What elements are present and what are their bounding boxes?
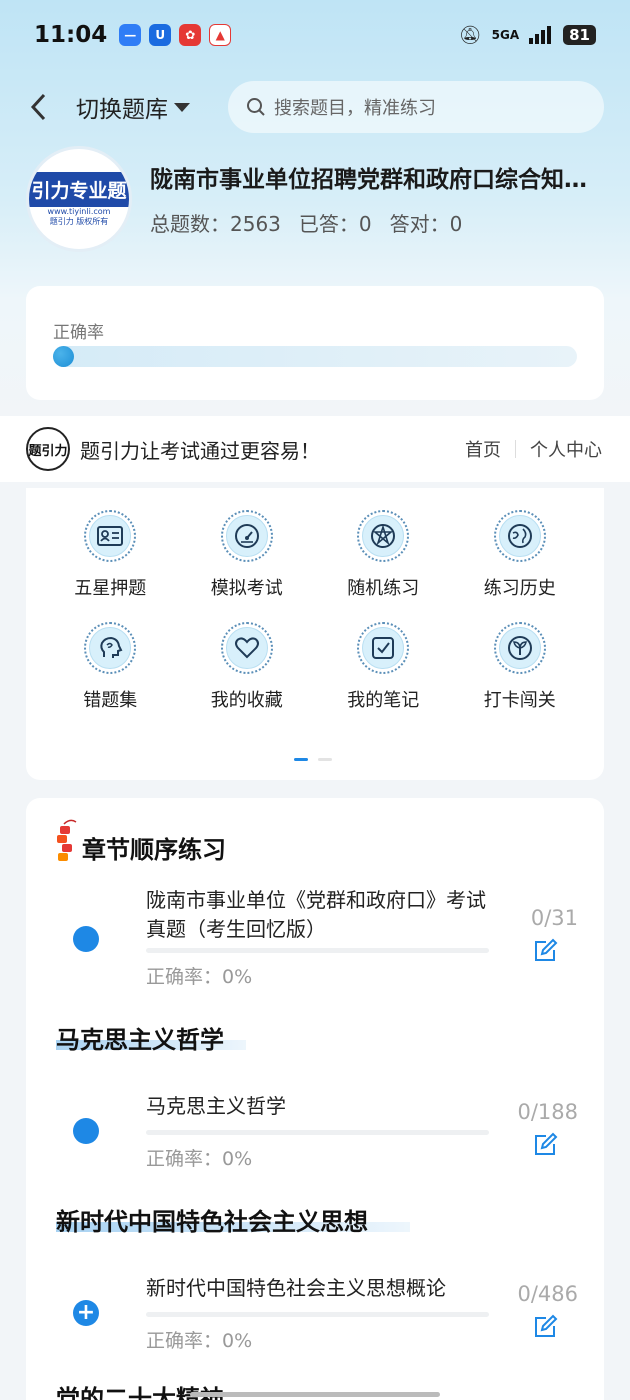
feature-random-practice[interactable]: 随机练习 [315, 510, 452, 600]
triangle-app-icon: ▲ [209, 24, 232, 46]
caret-down-icon [174, 102, 190, 112]
answered-count: 0 [358, 212, 372, 236]
feature-mock-exam[interactable]: 模拟考试 [179, 510, 316, 600]
feature-grid: 五星押题 模拟考试 随机练习 练习历史 错题集 我的收藏 我的笔记 打卡闯关 [42, 510, 588, 712]
banner-slogan: 题引力让考试通过更容易！ [80, 438, 320, 463]
section-heading: 马克思主义哲学 [56, 1026, 224, 1054]
feature-favorites[interactable]: 我的收藏 [179, 622, 316, 712]
feature-label: 错题集 [83, 690, 138, 711]
globe-icon [507, 524, 532, 548]
chapter-item-progress [146, 1130, 489, 1135]
note-check-icon [372, 637, 395, 659]
bank-logo: 引力专业题 www.tiyinli.com 题引力 版权所有 [26, 146, 132, 252]
sprout-icon [507, 636, 532, 660]
total-label: 总题数： [150, 212, 230, 236]
feature-label: 五星押题 [74, 578, 147, 599]
id-card-icon [97, 526, 124, 546]
heart-icon [234, 637, 259, 659]
chapter-item-progress [146, 1312, 489, 1317]
expand-plus-icon[interactable]: + [73, 1300, 99, 1326]
switch-bank-button[interactable]: 切换题库 [76, 90, 190, 124]
search-input[interactable]: 搜索题目，精准练习 [228, 81, 604, 133]
chat-app-icon: — [119, 24, 142, 46]
network-label: 5GA [491, 28, 520, 42]
top-navigation: 切换题库 搜索题目，精准练习 [0, 80, 630, 134]
search-placeholder: 搜索题目，精准练习 [274, 98, 436, 119]
answered-label: 已答： [298, 212, 359, 236]
feature-label: 打卡闯关 [483, 690, 556, 711]
chapter-title: 章节顺序练习 [82, 836, 226, 864]
chapter-item[interactable]: 陇南市事业单位《党群和政府口》考试真题（考生回忆版） 正确率：0% 0/31 [26, 878, 604, 1028]
notification-icons: — U ✿ ▲ [119, 24, 232, 46]
pager-dot-active[interactable] [294, 758, 308, 761]
u-app-icon: U [149, 24, 172, 46]
search-icon [247, 98, 265, 116]
feature-label: 我的收藏 [210, 690, 283, 711]
edit-icon[interactable] [532, 1132, 558, 1158]
chapter-item[interactable]: + 新时代中国特色社会主义思想概论 正确率：0% 0/486 [26, 1270, 604, 1400]
bank-header: 引力专业题 www.tiyinli.com 题引力 版权所有 陇南市事业单位招聘… [26, 146, 606, 256]
feature-grid-card: 五星押题 模拟考试 随机练习 练习历史 错题集 我的收藏 我的笔记 打卡闯关 [26, 488, 604, 780]
battery-indicator: 81 [563, 25, 596, 45]
correct-label: 答对： [389, 212, 450, 236]
firecracker-icon [57, 819, 77, 861]
profile-link[interactable]: 个人中心 [530, 436, 602, 462]
store-app-icon: ✿ [179, 24, 202, 46]
feature-notes[interactable]: 我的笔记 [315, 622, 452, 712]
logo-title: 引力专业题 [29, 171, 129, 207]
signal-icon [529, 26, 552, 44]
chapter-item-name: 马克思主义哲学 [146, 1094, 286, 1118]
section-heading: 新时代中国特色社会主义思想 [56, 1208, 368, 1236]
brand-logo: 题引力 [26, 427, 70, 471]
feature-label: 模拟考试 [210, 578, 283, 599]
chapter-practice-card: 章节顺序练习 陇南市事业单位《党群和政府口》考试真题（考生回忆版） 正确率：0%… [26, 798, 604, 1400]
status-dot [73, 926, 99, 952]
divider [515, 440, 516, 458]
chapter-item-accuracy: 正确率：0% [146, 1330, 253, 1352]
switch-bank-label: 切换题库 [76, 97, 168, 123]
feature-label: 练习历史 [483, 578, 556, 599]
gauge-icon [234, 524, 259, 548]
edit-icon[interactable] [532, 938, 558, 964]
feature-five-star[interactable]: 五星押题 [42, 510, 179, 600]
home-indicator [190, 1392, 440, 1397]
logo-url: www.tiyinli.com [47, 206, 111, 216]
chapter-item-name: 陇南市事业单位《党群和政府口》考试真题（考生回忆版） [146, 888, 486, 941]
chapter-item-name: 新时代中国特色社会主义思想概论 [146, 1276, 446, 1300]
bank-stats: 总题数：2563 已答：0 答对：0 [150, 208, 462, 237]
feature-wrong-questions[interactable]: 错题集 [42, 622, 179, 712]
chapter-item-count: 0/31 [530, 906, 578, 930]
accuracy-progress-marker [53, 346, 74, 367]
feature-check-in[interactable]: 打卡闯关 [452, 622, 589, 712]
chapter-item-progress [146, 948, 489, 953]
correct-count: 0 [449, 212, 463, 236]
feature-label: 随机练习 [347, 578, 420, 599]
feature-history[interactable]: 练习历史 [452, 510, 589, 600]
promo-banner: 题引力 题引力让考试通过更容易！ 首页 个人中心 [0, 416, 630, 482]
back-arrow-icon[interactable] [28, 92, 48, 122]
accuracy-progress-bar [53, 346, 577, 367]
head-icon [100, 636, 123, 658]
status-bar: 11:04 — U ✿ ▲ 🔕︎ 5GA 81 [0, 0, 630, 70]
chapter-item-accuracy: 正确率：0% [146, 966, 253, 988]
accuracy-card: 正确率 [26, 286, 604, 400]
edit-icon[interactable] [532, 1314, 558, 1340]
chapter-item-count: 0/486 [517, 1282, 578, 1306]
mute-icon: 🔕︎ [458, 24, 482, 46]
status-dot [73, 1118, 99, 1144]
clock: 11:04 [34, 22, 108, 48]
network-icon [371, 524, 396, 548]
accuracy-label: 正确率 [53, 323, 104, 343]
feature-label: 我的笔记 [347, 690, 420, 711]
home-link[interactable]: 首页 [465, 436, 501, 462]
chapter-item-count: 0/188 [517, 1100, 578, 1124]
bank-title: 陇南市事业单位招聘党群和政府口综合知识题库 [150, 167, 606, 193]
chapter-item-accuracy: 正确率：0% [146, 1148, 253, 1170]
pager-dot[interactable] [318, 758, 332, 761]
total-count: 2563 [230, 212, 281, 236]
logo-footer: 题引力 版权所有 [49, 216, 109, 226]
grid-pager [294, 758, 332, 761]
